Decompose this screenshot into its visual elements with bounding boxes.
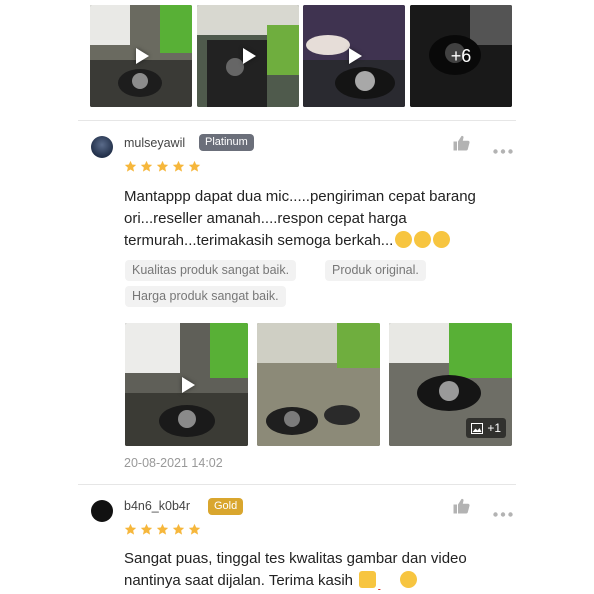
star-icon	[140, 523, 153, 535]
star-icon	[156, 523, 169, 535]
star-rating	[124, 160, 201, 173]
more-options-icon[interactable]	[493, 141, 513, 159]
more-media-count: +6	[450, 45, 472, 66]
media-thumbnail-more[interactable]: +6	[410, 5, 512, 107]
star-icon	[188, 160, 201, 172]
image-icon	[471, 422, 484, 434]
review-divider	[78, 484, 516, 485]
star-icon	[156, 160, 169, 172]
review-comment: Sangat puas, tinggal tes kwalitas gambar…	[124, 548, 524, 594]
media-thumbnail-video-3[interactable]	[303, 5, 405, 107]
star-icon	[124, 160, 137, 172]
play-icon	[349, 48, 362, 64]
play-icon	[136, 48, 149, 64]
media-thumbnail-image[interactable]: +1	[389, 323, 512, 446]
yum-emoji-icon	[400, 571, 418, 588]
avatar[interactable]	[91, 136, 113, 158]
kiss-emoji-icon	[414, 231, 432, 248]
hundred-emoji-icon	[378, 577, 398, 594]
review-date: 20-08-2021 14:02	[124, 456, 223, 470]
star-rating	[124, 523, 201, 536]
extra-media-count: +1	[487, 421, 501, 435]
review-comment: Mantappp dapat dua mic.....pengiriman ce…	[124, 186, 524, 252]
kiss-emoji-icon	[395, 231, 413, 248]
more-media-overlay: +6	[410, 5, 512, 107]
star-icon	[172, 160, 185, 172]
kiss-emoji-icon	[433, 231, 451, 248]
comment-line: termurah...terimakasih semoga berkah...	[124, 230, 524, 252]
thumbs-up-emoji-icon	[359, 571, 377, 588]
avatar[interactable]	[91, 500, 113, 522]
membership-badge: Gold	[208, 498, 244, 515]
review-tag: Harga produk sangat baik.	[125, 286, 286, 307]
reviewer-username: mulseyawil	[124, 136, 186, 150]
star-icon	[124, 523, 137, 535]
media-thumbnail-video-1[interactable]	[90, 5, 192, 107]
media-thumbnail-video-2[interactable]	[197, 5, 299, 107]
play-icon	[243, 48, 256, 64]
review-tag: Produk original.	[325, 260, 426, 281]
extra-media-badge: +1	[466, 418, 506, 438]
star-icon	[172, 523, 185, 535]
more-options-icon[interactable]	[493, 504, 513, 522]
media-thumbnail-image[interactable]	[257, 323, 380, 446]
star-icon	[140, 160, 153, 172]
image-preview	[257, 323, 380, 446]
comment-line: Sangat puas, tinggal tes kwalitas gambar…	[124, 550, 467, 567]
star-icon	[188, 523, 201, 535]
play-icon	[181, 376, 195, 393]
thumbs-up-icon[interactable]	[453, 498, 470, 519]
review-divider	[78, 120, 516, 121]
thumbs-up-icon[interactable]	[453, 135, 470, 156]
comment-line: ori...reseller amanah....respon cepat ha…	[124, 210, 407, 227]
membership-badge: Platinum	[199, 134, 254, 151]
comment-line: Mantappp dapat dua mic.....pengiriman ce…	[124, 188, 476, 205]
comment-line: nantinya saat dijalan. Terima kasih	[124, 570, 524, 594]
review-tag: Kualitas produk sangat baik.	[125, 260, 297, 281]
media-thumbnail-video[interactable]	[125, 323, 248, 446]
reviewer-username: b4n6_k0b4r	[124, 499, 191, 513]
